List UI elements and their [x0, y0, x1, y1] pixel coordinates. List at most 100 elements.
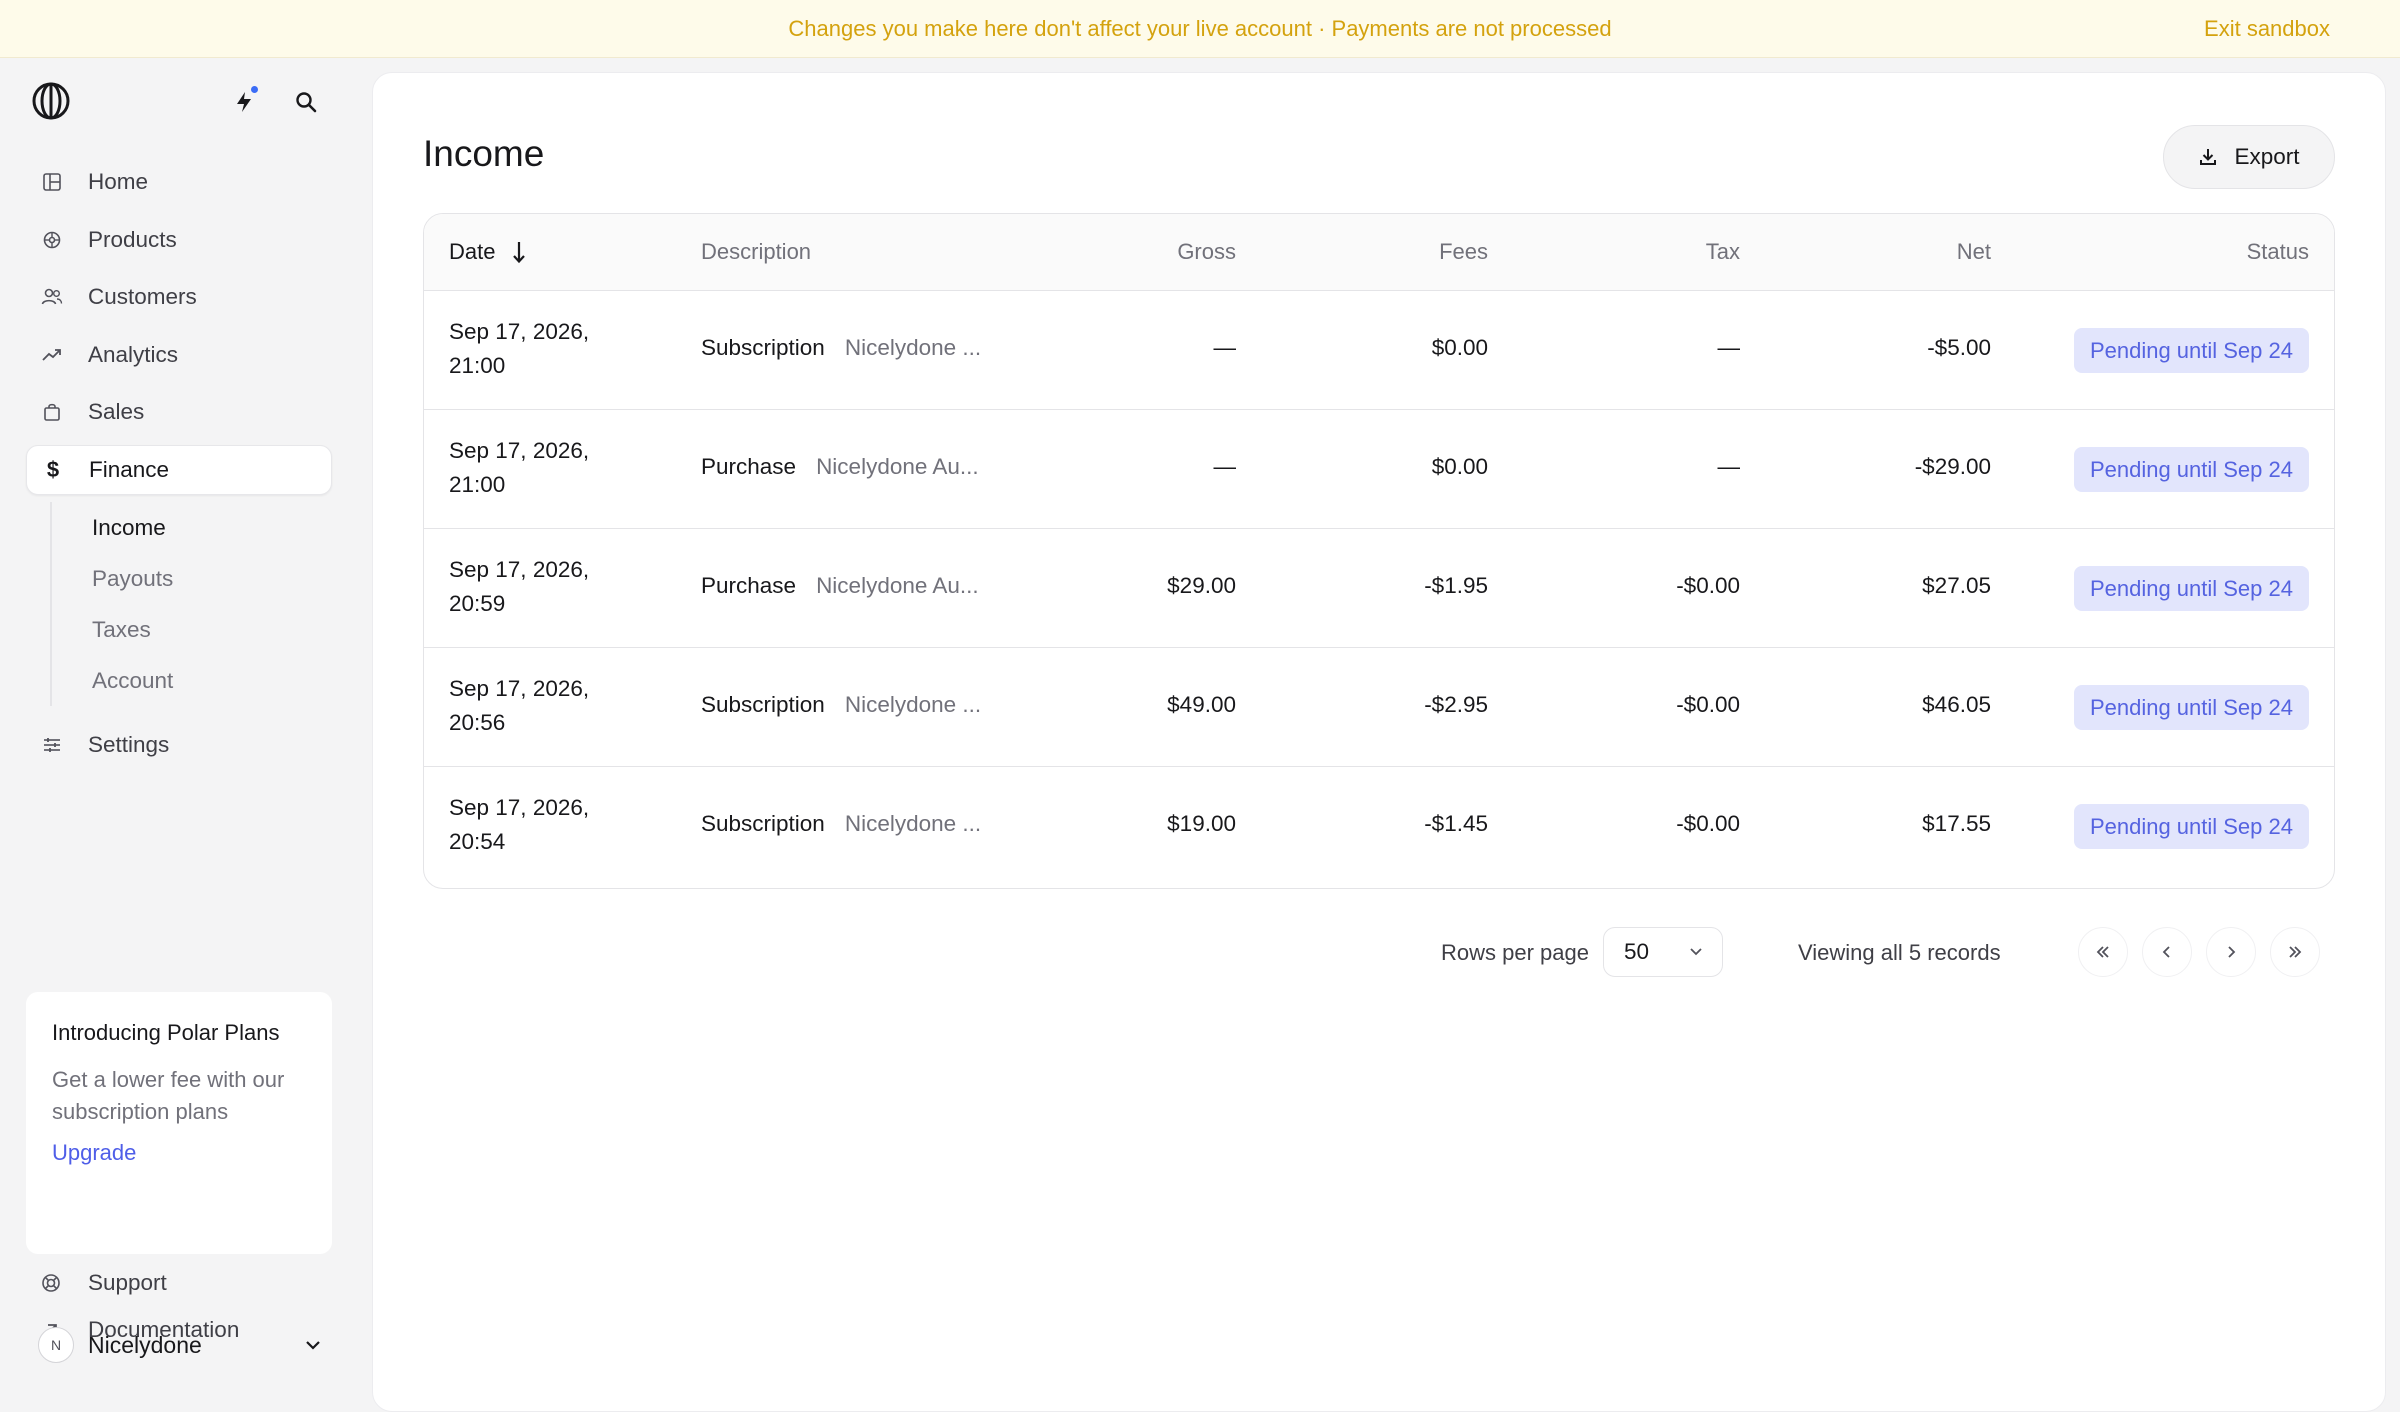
date-line: Sep 17, 2026, [449, 676, 590, 701]
column-header-tax[interactable]: Tax [1706, 239, 1740, 265]
upgrade-link[interactable]: Upgrade [52, 1140, 306, 1166]
sidebar-item-analytics[interactable]: Analytics [26, 330, 332, 380]
column-header-status[interactable]: Status [2247, 239, 2309, 265]
column-header-net[interactable]: Net [1957, 239, 1991, 265]
sandbox-banner: Changes you make here don't affect your … [0, 0, 2400, 58]
gross-cell: — [1213, 335, 1237, 360]
sidebar-item-label: Sales [88, 399, 145, 424]
gross-cell: $49.00 [1167, 692, 1236, 717]
date-cell: Sep 17, 2026, 21:00 [449, 315, 589, 383]
transaction-type: Purchase [701, 454, 797, 479]
last-page-button[interactable] [2270, 927, 2320, 977]
sidebar-item-label: Finance [89, 456, 170, 482]
export-label: Export [2234, 144, 2300, 169]
next-page-button[interactable] [2206, 927, 2256, 977]
status-badge: Pending until Sep 24 [2073, 685, 2309, 730]
column-header-date[interactable]: Date [449, 239, 527, 265]
description-cell: Purchase Nicelydone Au... [701, 454, 979, 480]
status-badge: Pending until Sep 24 [2073, 566, 2309, 611]
product-name: Nicelydone ... [844, 811, 982, 836]
activity-bolt-icon[interactable] [228, 86, 260, 118]
time-line: 20:54 [449, 829, 506, 854]
dollar-icon: $ [46, 456, 60, 482]
account-switcher[interactable]: N Nicelydone [38, 1323, 322, 1367]
notification-dot [251, 86, 258, 93]
tax-cell: — [1717, 454, 1741, 479]
column-header-fees[interactable]: Fees [1439, 239, 1488, 265]
sidebar-item-label: Home [88, 169, 149, 194]
table-row[interactable]: Sep 17, 2026, 20:59 Purchase Nicelydone Au… [424, 529, 2334, 648]
sidebar-item-label: Products [88, 226, 177, 252]
page-title: Income [423, 133, 545, 174]
home-icon [38, 168, 66, 196]
chevrons-right-icon [2286, 944, 2304, 960]
chevron-right-icon [2224, 944, 2238, 960]
net-cell: $27.05 [1922, 573, 1991, 598]
sidebar: Home Products Customers Analytics Sales [0, 58, 372, 1395]
table-row[interactable]: Sep 17, 2026, 20:56 Subscription Nicelydon… [424, 648, 2334, 767]
exit-sandbox-link[interactable]: Exit sandbox [2204, 0, 2330, 58]
sidebar-item-home[interactable]: Home [26, 157, 332, 207]
net-cell: $46.05 [1922, 692, 1991, 717]
sidebar-item-label: Settings [88, 732, 170, 757]
tax-cell: -$0.00 [1676, 811, 1740, 836]
table-row[interactable]: Sep 17, 2026, 20:54 Subscription Nicelydon… [424, 767, 2334, 886]
time-line: 20:59 [449, 591, 506, 616]
product-name: Nicelydone ... [844, 692, 982, 717]
fees-cell: -$2.95 [1424, 692, 1488, 717]
gross-cell: — [1213, 454, 1237, 479]
column-header-description[interactable]: Description [701, 239, 811, 265]
search-icon[interactable] [290, 86, 322, 118]
pagination: Rows per page 50 Viewing all 5 records [373, 926, 2387, 978]
time-line: 21:00 [449, 353, 506, 378]
sidebar-item-settings[interactable]: Settings [26, 720, 332, 770]
gross-cell: $29.00 [1167, 573, 1236, 598]
net-cell: $17.55 [1922, 811, 1991, 836]
date-cell: Sep 17, 2026, 21:00 [449, 434, 589, 502]
date-cell: Sep 17, 2026, 20:56 [449, 672, 589, 740]
polar-plans-promo: Introducing Polar Plans Get a lower fee … [26, 992, 332, 1254]
fees-cell: $0.00 [1431, 454, 1488, 479]
records-count: Viewing all 5 records [1798, 940, 2001, 965]
sidebar-item-sales[interactable]: Sales [26, 387, 332, 437]
column-header-gross[interactable]: Gross [1177, 239, 1236, 265]
table-row[interactable]: Sep 17, 2026, 21:00 Purchase Nicelydone Au… [424, 410, 2334, 529]
gross-cell: $19.00 [1167, 811, 1236, 836]
transaction-type: Subscription [701, 811, 825, 836]
subnav-item-payouts[interactable]: Payouts [92, 553, 332, 604]
analytics-icon [38, 341, 66, 369]
product-name: Nicelydone Au... [816, 454, 979, 479]
date-line: Sep 17, 2026, [449, 438, 590, 463]
rows-per-page-select[interactable]: 50 [1603, 927, 1723, 977]
date-cell: Sep 17, 2026, 20:59 [449, 553, 589, 621]
support-link[interactable]: Support [38, 1265, 167, 1301]
fees-cell: -$1.95 [1424, 573, 1488, 598]
sidebar-nav: Home Products Customers Analytics Sales [26, 157, 332, 778]
sales-icon [38, 398, 66, 426]
previous-page-button[interactable] [2142, 927, 2192, 977]
first-page-button[interactable] [2078, 927, 2128, 977]
product-name: Nicelydone ... [844, 335, 982, 360]
products-icon [38, 226, 66, 254]
table-row[interactable]: Sep 17, 2026, 21:00 Subscription Nicelydon… [424, 291, 2334, 410]
subnav-item-income[interactable]: Income [92, 502, 332, 553]
avatar: N [38, 1327, 74, 1363]
export-button[interactable]: Export [2163, 125, 2335, 189]
sidebar-item-products[interactable]: Products [26, 215, 332, 265]
chevron-down-icon [1688, 942, 1704, 962]
net-cell: -$5.00 [1927, 335, 1991, 360]
transaction-type: Subscription [701, 692, 825, 717]
date-cell: Sep 17, 2026, 20:54 [449, 791, 589, 859]
chevron-down-icon [304, 1339, 322, 1351]
promo-title: Introducing Polar Plans [52, 1020, 280, 1045]
chevrons-left-icon [2094, 944, 2112, 960]
lifebuoy-icon [38, 1273, 64, 1293]
subnav-item-taxes[interactable]: Taxes [92, 604, 332, 655]
transaction-type: Subscription [701, 335, 825, 360]
tax-cell: — [1717, 335, 1741, 360]
polar-logo-icon[interactable] [30, 80, 72, 122]
subnav-item-account[interactable]: Account [92, 655, 332, 706]
settings-icon [38, 731, 66, 759]
sidebar-item-finance[interactable]: $ Finance [26, 444, 332, 495]
sidebar-item-customers[interactable]: Customers [26, 272, 332, 322]
